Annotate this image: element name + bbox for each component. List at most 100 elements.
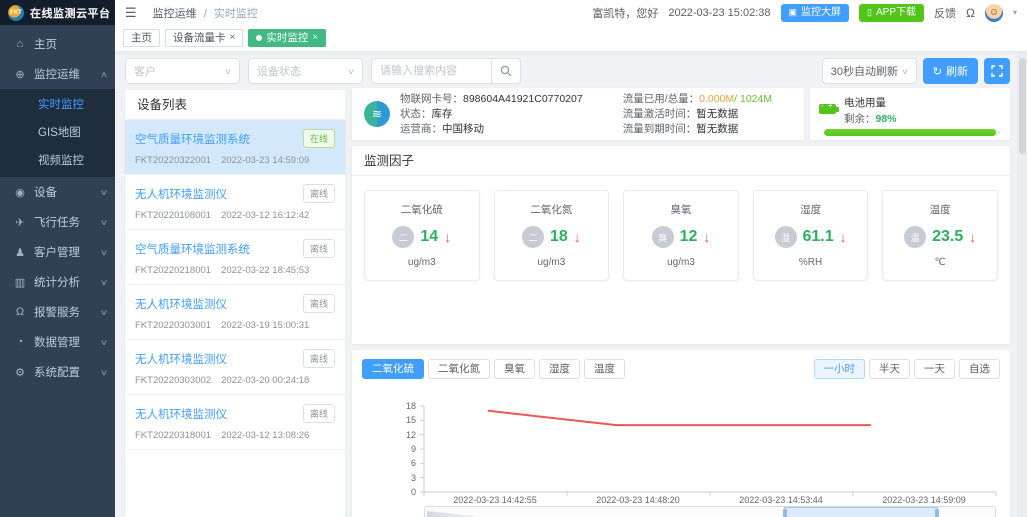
factor-card-so2[interactable]: 二氧化硫 二 14 ↓ ug/m3 xyxy=(364,190,480,281)
x-tick-label: 2022-03-23 14:48:20 xyxy=(596,495,680,505)
factor-icon: 二 xyxy=(522,226,544,248)
logo-icon: FKT xyxy=(8,5,24,21)
device-list-item[interactable]: 空气质量环境监测系统 在线 FKT20220322001 2022-03-23 … xyxy=(125,120,345,175)
factor-value: 18 xyxy=(550,228,568,246)
device-list-item[interactable]: 空气质量环境监测系统 离线 FKT20220218001 2022-03-22 … xyxy=(125,230,345,285)
caret-down-icon[interactable]: ▾ xyxy=(1013,8,1017,17)
factor-unit: %RH xyxy=(754,257,868,268)
iot-carrier: 中国移动 xyxy=(442,123,484,135)
tag-device-sim-card[interactable]: 设备流量卡 × xyxy=(165,29,243,47)
device-name-link[interactable]: 空气质量环境监测系统 xyxy=(135,131,303,147)
iot-card-number: 898604A41921C0770207 xyxy=(463,93,583,105)
breadcrumb-current: 实时监控 xyxy=(214,8,258,20)
sidebar-item-label: 报警服务 xyxy=(34,304,101,320)
tags-view-bar: 主页 设备流量卡 × 实时监控 × xyxy=(115,25,1027,52)
device-name-link[interactable]: 空气质量环境监测系统 xyxy=(135,241,303,257)
status-badge: 离线 xyxy=(303,404,335,423)
tag-realtime-monitor[interactable]: 实时监控 × xyxy=(248,29,326,47)
sidebar-item-gis-map[interactable]: GIS地图 xyxy=(0,119,115,147)
feedback-link[interactable]: 反馈 xyxy=(934,5,956,21)
chevron-down-icon: ∨ xyxy=(100,188,108,197)
sidebar-item-devices[interactable]: ◉ 设备 ∨ xyxy=(0,177,115,207)
device-icon: ◉ xyxy=(13,186,27,199)
device-name-link[interactable]: 无人机环境监测仪 xyxy=(135,186,303,202)
close-icon[interactable]: × xyxy=(230,30,236,46)
range-custom-button[interactable]: 自选 xyxy=(959,359,1000,379)
tag-home[interactable]: 主页 xyxy=(123,29,160,47)
device-list-item[interactable]: 无人机环境监测仪 离线 FKT20220108001 2022-03-12 16… xyxy=(125,175,345,230)
device-name-link[interactable]: 无人机环境监测仪 xyxy=(135,296,303,312)
factor-value: 23.5 xyxy=(932,228,963,246)
stats-icon: ▥ xyxy=(13,276,27,289)
battery-percent: 98% xyxy=(876,113,897,125)
chart-tab-humidity[interactable]: 湿度 xyxy=(539,359,580,379)
app-download-button[interactable]: ▯ APP下载 xyxy=(859,4,924,22)
range-half-day-button[interactable]: 半天 xyxy=(869,359,910,379)
refresh-button[interactable]: ↻ 刷新 xyxy=(923,58,978,84)
bell-icon[interactable]: Ω xyxy=(966,6,975,20)
range-one-hour-button[interactable]: 一小时 xyxy=(814,359,866,379)
factor-value: 14 xyxy=(420,228,438,246)
factor-card-o3[interactable]: 臭氧 臭 12 ↓ ug/m3 xyxy=(623,190,739,281)
auto-refresh-select[interactable]: 30秒自动刷新 ∨ xyxy=(822,58,917,84)
factor-value: 12 xyxy=(680,228,698,246)
chart-tab-temperature[interactable]: 温度 xyxy=(584,359,625,379)
factor-card-humidity[interactable]: 湿度 湿 61.1 ↓ %RH xyxy=(753,190,869,281)
device-list-item[interactable]: 无人机环境监测仪 离线 FKT20220318001 2022-03-12 13… xyxy=(125,395,345,450)
page-scrollbar[interactable] xyxy=(1017,52,1027,517)
device-list-item[interactable]: 无人机环境监测仪 离线 FKT20220303002 2022-03-20 00… xyxy=(125,340,345,395)
chevron-down-icon: ∨ xyxy=(100,308,108,317)
sidebar-item-flight-tasks[interactable]: ✈ 飞行任务 ∨ xyxy=(0,207,115,237)
y-tick-label: 6 xyxy=(411,458,416,468)
sidebar-item-label: 统计分析 xyxy=(34,274,101,290)
chart-tab-o3[interactable]: 臭氧 xyxy=(494,359,535,379)
search-button[interactable] xyxy=(491,58,521,84)
device-list-item[interactable]: 无人机环境监测仪 离线 FKT20220303001 2022-03-19 15… xyxy=(125,285,345,340)
sidebar-item-statistics[interactable]: ▥ 统计分析 ∨ xyxy=(0,267,115,297)
device-time: 2022-03-12 13:08:26 xyxy=(221,430,309,441)
device-name-link[interactable]: 无人机环境监测仪 xyxy=(135,406,303,422)
chart-tab-so2[interactable]: 二氧化硫 xyxy=(362,359,424,379)
chevron-down-icon: ∨ xyxy=(100,368,108,377)
chart-tab-no2[interactable]: 二氧化氮 xyxy=(428,359,490,379)
big-screen-button[interactable]: ▣ 监控大屏 xyxy=(781,4,850,22)
sidebar-item-realtime-monitor[interactable]: 实时监控 xyxy=(0,91,115,119)
search-input[interactable] xyxy=(371,58,491,84)
sidebar-item-home[interactable]: ⌂ 主页 xyxy=(0,29,115,59)
breadcrumb-section[interactable]: 监控运维 xyxy=(153,8,197,20)
sidebar-item-customer-mgmt[interactable]: ♟ 客户管理 ∨ xyxy=(0,237,115,267)
avatar[interactable]: ☺ xyxy=(985,4,1003,22)
fullscreen-button[interactable] xyxy=(984,58,1010,84)
device-list-title: 设备列表 xyxy=(125,90,345,120)
datazoom-selection[interactable] xyxy=(784,507,938,517)
device-name-link[interactable]: 无人机环境监测仪 xyxy=(135,351,303,367)
factor-icon: 湿 xyxy=(775,226,797,248)
sidebar-item-data-mgmt[interactable]: ◔ 数据管理 ∨ xyxy=(0,327,115,357)
device-status-placeholder: 设备状态 xyxy=(257,63,301,79)
device-status-select[interactable]: 设备状态 ∨ xyxy=(248,58,363,84)
sidebar-item-alarm-service[interactable]: Ω 报警服务 ∨ xyxy=(0,297,115,327)
hamburger-icon[interactable]: ☰ xyxy=(125,5,137,21)
factor-icon: 二 xyxy=(392,226,414,248)
expire-time-label: 流量到期时间： xyxy=(623,123,697,135)
tag-label: 主页 xyxy=(131,30,152,46)
phone-icon: ▯ xyxy=(867,4,872,21)
scrollbar-thumb[interactable] xyxy=(1019,58,1026,154)
sidebar-item-video-monitor[interactable]: 视频监控 xyxy=(0,147,115,175)
summary-row: ≋ 物联网卡号：898604A41921C0770207 状态：库存 运营商：中… xyxy=(352,88,1010,140)
iot-status: 库存 xyxy=(432,108,453,120)
datazoom-slider[interactable] xyxy=(424,506,996,517)
sidebar-item-monitor-ops[interactable]: ⊕ 监控运维 ∧ xyxy=(0,59,115,89)
chevron-down-icon: ∨ xyxy=(100,248,108,257)
close-icon[interactable]: × xyxy=(312,30,318,46)
customer-select[interactable]: 客户 ∨ xyxy=(125,58,240,84)
sidebar-item-label: 客户管理 xyxy=(34,244,101,260)
range-one-day-button[interactable]: 一天 xyxy=(914,359,955,379)
iot-carrier-label: 运营商： xyxy=(400,123,442,135)
sidebar-item-system-config[interactable]: ⚙ 系统配置 ∨ xyxy=(0,357,115,387)
customer-select-placeholder: 客户 xyxy=(134,63,156,79)
sidebar-item-label: 飞行任务 xyxy=(34,214,101,230)
factor-card-temperature[interactable]: 温度 温 23.5 ↓ ℃ xyxy=(882,190,998,281)
iot-card-number-label: 物联网卡号： xyxy=(400,93,463,105)
factor-card-no2[interactable]: 二氧化氮 二 18 ↓ ug/m3 xyxy=(494,190,610,281)
